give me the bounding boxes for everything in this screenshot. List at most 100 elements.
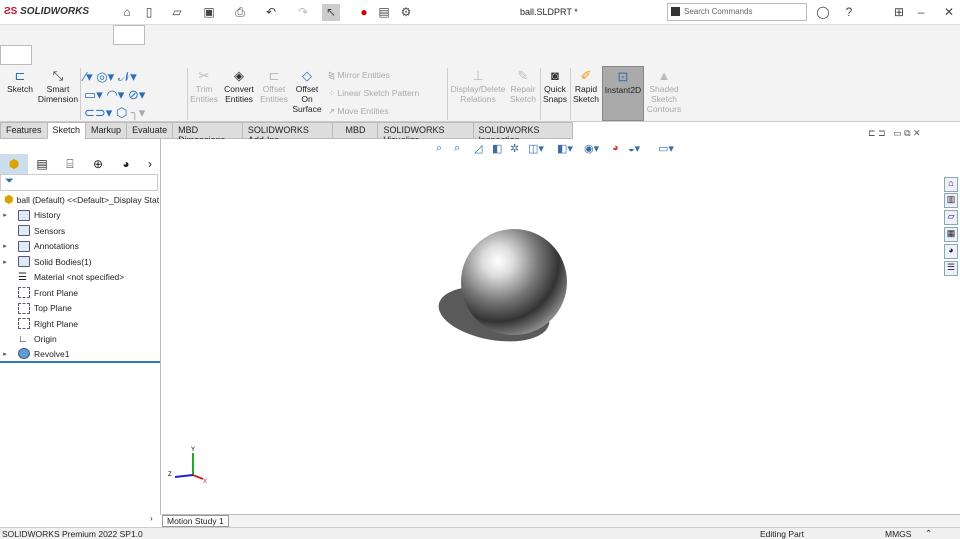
search-commands-input[interactable]: Search Commands <box>667 3 807 21</box>
tab-mbd-dimensions[interactable]: MBD Dimensions <box>172 122 243 145</box>
quick-snaps-button[interactable]: ◙ Quick Snaps <box>541 69 569 105</box>
expand-arrow-icon[interactable]: ▸ <box>0 258 10 266</box>
viewport-controls[interactable]: ⊏ ⊐ ▭ ⧉ ✕ <box>868 128 921 139</box>
dimxpert-tab-icon[interactable]: ⊕ <box>84 154 112 174</box>
units-selector[interactable]: MMGS <box>885 529 911 539</box>
instant2d-button[interactable]: ⊡ Instant2D <box>602 66 644 121</box>
zoom-area-icon[interactable]: ⌕ <box>454 142 460 155</box>
rebuild-icon[interactable]: ● <box>355 4 373 21</box>
save-icon[interactable]: ▣ <box>200 4 218 21</box>
view-settings-icon[interactable]: ▭▾ <box>658 142 674 155</box>
offset-on-surface-button[interactable]: ◇ Offset On Surface <box>290 69 324 115</box>
flyout-box[interactable] <box>0 45 32 65</box>
trim-entities-button[interactable]: ✂ Trim Entities <box>188 69 220 105</box>
tab-visualize[interactable]: SOLIDWORKS Visualize <box>377 122 474 145</box>
units-dropdown-icon[interactable]: ⌃ <box>925 528 932 539</box>
offset-entities-button[interactable]: ⊏ Offset Entities <box>258 69 290 105</box>
tab-addins[interactable]: SOLIDWORKS Add-Ins <box>241 122 334 145</box>
slot-icon[interactable]: ⊂⊃▾ <box>84 105 112 120</box>
ellipse-icon[interactable]: ⊘▾ <box>128 87 145 102</box>
mirror-entities-button[interactable]: ⧎ Mirror Entities <box>328 69 390 81</box>
help-icon[interactable]: ? <box>840 4 858 21</box>
circle-icon[interactable]: ◎▾ <box>96 69 114 84</box>
options-gear-icon[interactable]: ⚙ <box>397 4 415 21</box>
expand-arrow-icon[interactable]: ▸ <box>0 242 10 250</box>
tree-item-annotations[interactable]: ▸ Annotations <box>0 239 160 255</box>
restore-layout-icon[interactable]: ⊞ <box>890 4 908 21</box>
tree-item-origin[interactable]: ∟ Origin <box>0 332 160 348</box>
flyout-box[interactable] <box>113 25 145 45</box>
user-icon[interactable]: ◯ <box>814 4 832 21</box>
file-properties-icon[interactable]: ▤ <box>375 4 393 21</box>
new-file-icon[interactable]: ▯ <box>140 4 158 21</box>
display-delete-relations-button[interactable]: ⊥ Display/Delete Relations <box>450 69 506 105</box>
task-pane-appearances-icon[interactable]: ◕ <box>944 244 958 259</box>
line-icon[interactable]: ⁄▾ <box>84 69 93 84</box>
task-pane-palette-icon[interactable]: ▦ <box>944 227 958 242</box>
display-manager-tab-icon[interactable]: ◕ <box>112 154 140 174</box>
open-icon[interactable]: ▱ <box>168 4 186 21</box>
redo-icon[interactable]: ↷ <box>294 4 312 21</box>
tab-evaluate[interactable]: Evaluate <box>126 122 174 139</box>
task-pane-library-icon[interactable]: ▥ <box>944 193 958 208</box>
expand-arrow-icon[interactable]: ▸ <box>0 211 10 219</box>
tab-inspection[interactable]: SOLIDWORKS Inspection <box>472 122 573 145</box>
tab-sketch[interactable]: Sketch <box>46 122 87 139</box>
solidworks-logo[interactable]: ƧS SOLIDWORKS <box>4 6 89 17</box>
view-orientation-icon[interactable]: ◫▾ <box>528 142 544 155</box>
display-style-icon[interactable]: ◧▾ <box>557 142 573 155</box>
expand-arrow-icon[interactable]: ▸ <box>0 350 10 358</box>
ball-model[interactable] <box>461 229 567 335</box>
tree-item-history[interactable]: ▸ History <box>0 208 160 224</box>
tab-markup[interactable]: Markup <box>85 122 128 139</box>
section-view-icon[interactable]: ◧ <box>492 142 502 155</box>
home-icon[interactable]: ⌂ <box>118 4 136 21</box>
tree-item-right-plane[interactable]: Right Plane <box>0 316 160 332</box>
scroll-arrow-icon[interactable]: › <box>150 514 153 523</box>
configuration-manager-tab-icon[interactable]: ⌸ <box>56 154 84 174</box>
tree-item-material[interactable]: ☰ Material <not specified> <box>0 270 160 286</box>
task-pane-home-icon[interactable]: ⌂ <box>944 177 958 192</box>
motion-study-tab[interactable]: Motion Study 1 <box>162 515 229 527</box>
polygon-icon[interactable]: ⬡ <box>116 105 127 120</box>
move-entities-button[interactable]: ↗ Move Entities <box>328 105 389 117</box>
smart-dimension-button[interactable]: ⤡ Smart Dimension <box>36 69 80 105</box>
hide-show-items-icon[interactable]: ◉▾ <box>584 142 599 155</box>
print-icon[interactable]: ⎙ <box>231 4 249 21</box>
tree-item-top-plane[interactable]: Top Plane <box>0 301 160 317</box>
feature-manager-tab-icon[interactable]: ⬢ <box>0 154 28 174</box>
linear-pattern-button[interactable]: ⁘ Linear Sketch Pattern <box>328 87 419 99</box>
undo-icon[interactable]: ↶ <box>262 4 280 21</box>
close-icon[interactable]: ✕ <box>940 4 958 21</box>
zoom-to-fit-icon[interactable]: ⌕ <box>436 142 442 155</box>
apply-scene-icon[interactable]: ◒▾ <box>628 142 640 155</box>
task-pane-explorer-icon[interactable]: ▱ <box>944 210 958 225</box>
tree-item-solid-bodies[interactable]: ▸ Solid Bodies(1) <box>0 254 160 270</box>
sketch-tools-grid[interactable]: ⁄▾ ◎▾ 𝒩▾ ▭▾ ◠▾ ⊘▾ ⊂⊃▾ ⬡ ╮▾ <box>84 68 184 122</box>
tree-item-revolve1[interactable]: ▸ Revolve1 <box>0 347 160 363</box>
property-manager-tab-icon[interactable]: ▤ <box>28 154 56 174</box>
graphics-area[interactable]: ⌕ ⌕ ◿ ◧ ✲ ◫▾ ◧▾ ◉▾ ◕ ◒▾ ▭▾ ⊏ ⊐ ▭ ⧉ ✕ <box>162 128 960 515</box>
spline-icon[interactable]: 𝒩▾ <box>118 69 137 84</box>
panel-next-arrow-icon[interactable]: › <box>140 154 160 174</box>
convert-entities-button[interactable]: ◈ Convert Entities <box>220 69 258 105</box>
rectangle-icon[interactable]: ▭▾ <box>84 87 103 102</box>
edit-appearance-icon[interactable]: ◕ <box>612 142 619 154</box>
repair-sketch-button[interactable]: ✎ Repair Sketch <box>508 69 538 105</box>
tab-features[interactable]: Features <box>0 122 48 139</box>
tree-item-sensors[interactable]: Sensors <box>0 223 160 239</box>
filter-icon[interactable]: ⏷ <box>0 174 158 191</box>
select-icon[interactable]: ↖ <box>322 4 340 21</box>
minimize-icon[interactable]: – <box>912 4 930 21</box>
sketch-button[interactable]: ⊏ Sketch <box>2 69 38 95</box>
dynamic-annotation-icon[interactable]: ✲ <box>510 142 519 155</box>
arc-icon[interactable]: ◠▾ <box>106 87 124 102</box>
shaded-sketch-contours-button[interactable]: ▲ Shaded Sketch Contours <box>646 69 682 115</box>
task-pane-properties-icon[interactable]: ☰ <box>944 261 958 276</box>
rapid-sketch-button[interactable]: ✐ Rapid Sketch <box>571 69 601 105</box>
tab-mbd[interactable]: MBD <box>332 122 379 139</box>
previous-view-icon[interactable]: ◿ <box>474 142 482 155</box>
fillet-icon[interactable]: ╮▾ <box>131 105 145 120</box>
tree-root[interactable]: ⬢ ball (Default) <<Default>_Display Stat <box>0 192 160 208</box>
tree-item-front-plane[interactable]: Front Plane <box>0 285 160 301</box>
